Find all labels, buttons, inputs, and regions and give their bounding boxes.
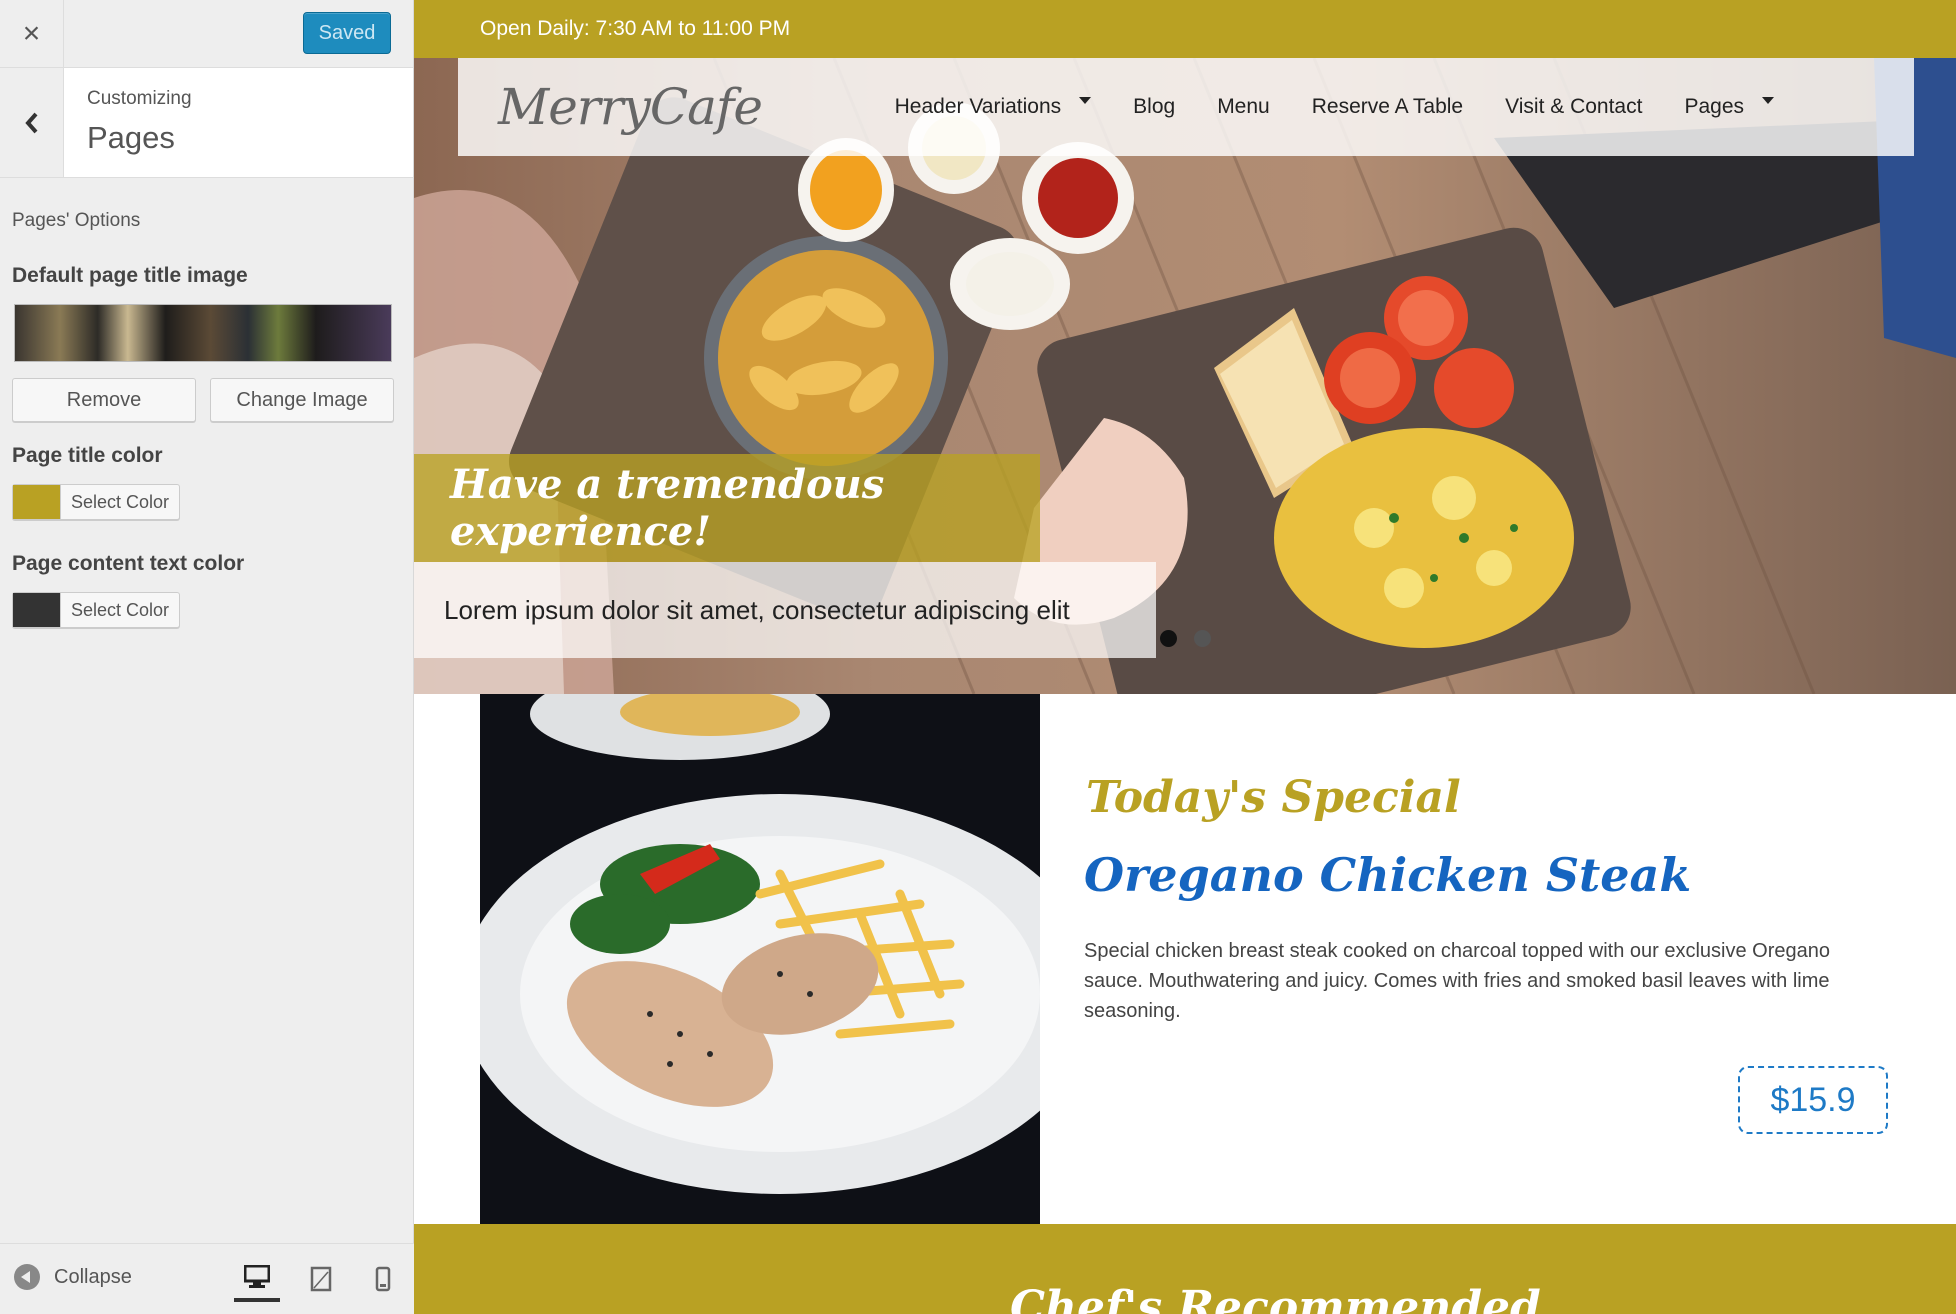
main-menu: Header Variations Blog Menu Reserve A Ta… [895, 95, 1774, 119]
nav-label: Reserve A Table [1311, 95, 1464, 118]
desktop-icon[interactable] [234, 1256, 280, 1302]
customizing-label: Customizing [87, 88, 192, 109]
select-color-label: Select Color [70, 599, 170, 620]
main-navbar: MerryCafe Header Variations Blog Menu Re… [458, 58, 1914, 156]
options-heading: Pages' Options [12, 210, 141, 231]
nav-label: Pages [1684, 95, 1744, 118]
title-color-label: Page title color [12, 444, 163, 467]
section-title: Pages [87, 120, 175, 155]
special-price: $15.9 [1738, 1066, 1888, 1134]
special-dish-image [480, 694, 1040, 1224]
default-image-label: Default page title image [12, 264, 248, 287]
saved-button[interactable]: Saved [303, 12, 391, 54]
slider-dot-active[interactable] [1160, 630, 1177, 647]
customizer-pane: × Saved Customizing Pages Pages' Options… [0, 0, 414, 1314]
content-color-picker[interactable]: Select Color [12, 592, 180, 628]
back-icon[interactable] [0, 68, 64, 177]
mobile-icon[interactable] [360, 1256, 406, 1302]
recommended-section: Chef's Recommended [414, 1224, 1956, 1314]
recommended-heading: Chef's Recommended [1010, 1282, 1541, 1314]
collapse-label: Collapse [54, 1265, 132, 1288]
title-color-swatch [13, 485, 61, 519]
nav-visit-contact[interactable]: Visit & Contact [1505, 95, 1642, 119]
slider-dot[interactable] [1194, 630, 1211, 647]
collapse-button[interactable]: Collapse [14, 1264, 132, 1290]
chevron-down-icon [1079, 97, 1092, 104]
hero-slider: MerryCafe Header Variations Blog Menu Re… [414, 58, 1956, 694]
special-eyebrow: Today's Special [1086, 772, 1461, 823]
nav-header-variations[interactable]: Header Variations [895, 95, 1092, 119]
section-header: Customizing Pages [0, 68, 413, 178]
close-icon[interactable]: × [0, 0, 64, 67]
nav-label: Visit & Contact [1505, 95, 1643, 118]
content-color-label: Page content text color [12, 552, 245, 575]
tablet-icon[interactable] [298, 1256, 344, 1302]
todays-special-section: Today's Special Oregano Chicken Steak Sp… [414, 694, 1956, 1224]
nav-pages[interactable]: Pages [1684, 95, 1774, 119]
hero-subtitle: Lorem ipsum dolor sit amet, consectetur … [414, 562, 1156, 658]
change-image-button[interactable]: Change Image [210, 378, 394, 422]
title-color-picker[interactable]: Select Color [12, 484, 180, 520]
remove-image-button[interactable]: Remove [12, 378, 196, 422]
top-bar: Open Daily: 7:30 AM to 11:00 PM [414, 0, 1956, 58]
nav-blog[interactable]: Blog [1133, 95, 1175, 119]
content-color-swatch [13, 593, 61, 627]
collapse-icon [14, 1264, 40, 1290]
default-image-thumbnail[interactable] [14, 304, 392, 362]
nav-menu[interactable]: Menu [1217, 95, 1270, 119]
nav-label: Menu [1217, 95, 1270, 118]
special-description: Special chicken breast steak cooked on c… [1084, 940, 1830, 1022]
opening-hours: Open Daily: 7:30 AM to 11:00 PM [480, 17, 791, 40]
select-color-label: Select Color [70, 491, 170, 512]
nav-reserve-a-table[interactable]: Reserve A Table [1312, 95, 1463, 119]
customizer-footer: Collapse [0, 1243, 414, 1314]
hero-heading: Have a tremendous experience! [414, 454, 1040, 562]
nav-label: Blog [1133, 95, 1176, 118]
site-logo[interactable]: MerryCafe [498, 78, 763, 136]
chevron-down-icon [1762, 97, 1774, 104]
customizer-header: × Saved [0, 0, 413, 68]
special-title: Oregano Chicken Steak [1084, 848, 1692, 902]
site-preview: Open Daily: 7:30 AM to 11:00 PM MerryCaf… [414, 0, 1956, 1314]
nav-label: Header Variations [894, 95, 1062, 118]
